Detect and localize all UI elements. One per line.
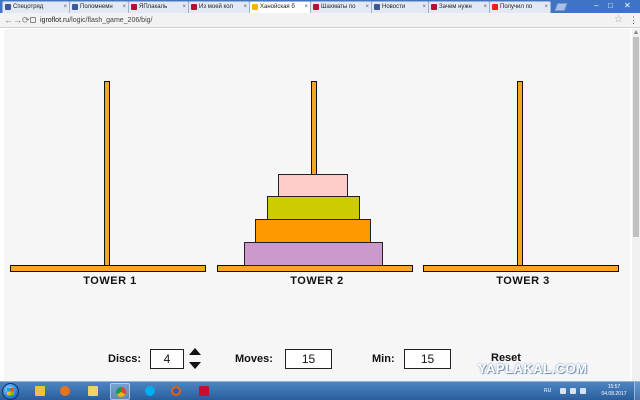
folder-icon: [88, 386, 98, 396]
tab-favicon-icon: [252, 4, 258, 10]
discs-increase-icon[interactable]: [189, 348, 201, 355]
start-button[interactable]: [2, 383, 19, 400]
firefox-icon: [171, 386, 181, 396]
tab-favicon-icon: [492, 4, 498, 10]
discs-label: Discs:: [108, 353, 142, 365]
browser-tab[interactable]: Зачем нужн ×: [428, 1, 490, 13]
chrome-icon: [116, 387, 126, 397]
close-tab-icon[interactable]: ×: [182, 2, 186, 12]
browser-menu-icon[interactable]: ⋮: [629, 15, 638, 26]
close-window-icon[interactable]: ✕: [624, 1, 631, 11]
taskbar-item[interactable]: [83, 383, 103, 400]
tower-1-base[interactable]: [10, 265, 206, 272]
tab-label: Поломнемн: [80, 4, 113, 10]
address-bar: ← → ⟳ igroflot.ru/logic/flash_game_206/b…: [0, 13, 640, 28]
browser-tab[interactable]: Из моей кол ×: [188, 1, 250, 13]
minimize-icon[interactable]: ‒: [594, 1, 598, 11]
page-scrollbar[interactable]: [632, 29, 640, 381]
disc-4[interactable]: [244, 242, 383, 266]
browser-tab[interactable]: Спецотряд ×: [2, 1, 70, 13]
url-field[interactable]: igroflot.ru/logic/flash_game_206/big/: [40, 15, 152, 26]
taskbar-item-active[interactable]: [110, 383, 130, 400]
scrollbar-thumb[interactable]: [633, 37, 639, 237]
discs-decrease-icon[interactable]: [189, 362, 201, 369]
taskbar: RU 15:57 04.08.2017: [0, 381, 640, 400]
tab-label: Получил по: [500, 4, 533, 10]
min-moves-display: 15: [404, 349, 451, 369]
windows-explorer-icon: [35, 386, 45, 396]
close-tab-icon[interactable]: ×: [365, 2, 369, 12]
taskbar-item[interactable]: [55, 383, 75, 400]
scroll-up-icon[interactable]: [634, 30, 638, 34]
tab-favicon-icon: [191, 4, 197, 10]
show-desktop-button[interactable]: [634, 382, 640, 400]
tower-2-base[interactable]: [217, 265, 413, 272]
moves-label: Moves:: [235, 353, 273, 365]
browser-tab[interactable]: Новости ×: [371, 1, 429, 13]
browser-tab[interactable]: Получил по ×: [489, 1, 551, 13]
tower-2-label: TOWER 2: [290, 275, 344, 287]
close-tab-icon[interactable]: ×: [63, 2, 67, 12]
min-moves-label: Min:: [372, 353, 395, 365]
browser-tab[interactable]: ЯПлакаль ×: [128, 1, 189, 13]
tab-favicon-icon: [131, 4, 137, 10]
clock-time: 15:57: [607, 384, 621, 390]
skype-icon: [145, 386, 155, 396]
discs-count-field[interactable]: 4: [150, 349, 184, 369]
media-player-icon: [60, 386, 70, 396]
tab-label: Зачем нужн: [439, 4, 472, 10]
back-icon[interactable]: ←: [4, 15, 13, 26]
disc-1[interactable]: [278, 174, 348, 197]
tower-1-label: TOWER 1: [83, 275, 137, 287]
moves-count-display: 15: [285, 349, 332, 369]
pdf-reader-icon: [199, 386, 209, 396]
tab-favicon-icon: [5, 4, 11, 10]
taskbar-item[interactable]: [166, 383, 186, 400]
tab-favicon-icon: [431, 4, 437, 10]
taskbar-item[interactable]: [194, 383, 214, 400]
disc-3[interactable]: [255, 219, 371, 243]
forward-icon[interactable]: →: [13, 15, 22, 26]
game-page: TOWER 1 TOWER 2 TOWER 3 Discs: 4 Moves: …: [0, 29, 630, 381]
browser-tab[interactable]: Шахматы по ×: [310, 1, 372, 13]
tab-label: Ханойская б: [260, 4, 295, 10]
page-info-icon[interactable]: [30, 17, 36, 23]
tab-favicon-icon: [374, 4, 380, 10]
tray-flag-icon[interactable]: [580, 388, 586, 394]
tab-label: Из моей кол: [199, 4, 233, 10]
tower-1-post: [104, 81, 110, 271]
new-tab-button[interactable]: [554, 3, 568, 11]
close-tab-icon[interactable]: ×: [122, 2, 126, 12]
browser-tab[interactable]: Поломнемн ×: [69, 1, 129, 13]
close-tab-icon[interactable]: ×: [483, 2, 487, 12]
tower-3-post: [517, 81, 523, 271]
tray-volume-icon[interactable]: [570, 388, 576, 394]
close-tab-icon[interactable]: ×: [544, 2, 548, 12]
close-tab-icon[interactable]: ×: [304, 2, 308, 12]
tab-label: Новости: [382, 4, 406, 10]
watermark: YAPLAKAL.COM: [478, 361, 588, 376]
close-tab-icon[interactable]: ×: [422, 2, 426, 12]
tower-3-label: TOWER 3: [496, 275, 550, 287]
tab-favicon-icon: [72, 4, 78, 10]
tab-favicon-icon: [313, 4, 319, 10]
tab-label: ЯПлакаль: [139, 4, 168, 10]
url-path: /logic/flash_game_206/big/: [69, 17, 153, 24]
reload-icon[interactable]: ⟳: [22, 15, 30, 26]
clock-date: 04.08.2017: [601, 391, 627, 397]
close-tab-icon[interactable]: ×: [243, 2, 247, 12]
system-clock[interactable]: 15:57 04.08.2017: [598, 384, 630, 398]
taskbar-item[interactable]: [30, 383, 50, 400]
tower-3-base[interactable]: [423, 265, 619, 272]
url-host: igroflot.ru: [40, 17, 70, 24]
tab-label: Шахматы по: [321, 4, 356, 10]
bookmark-star-icon[interactable]: ☆: [614, 14, 623, 26]
maximize-icon[interactable]: □: [608, 1, 613, 11]
browser-tab-strip: Спецотряд × Поломнемн × ЯПлакаль × Из моей …: [0, 0, 640, 14]
tab-label: Спецотряд: [13, 4, 44, 10]
taskbar-item[interactable]: [140, 383, 160, 400]
disc-2[interactable]: [267, 196, 360, 220]
tray-network-icon[interactable]: [560, 388, 566, 394]
language-indicator[interactable]: RU: [544, 388, 551, 394]
